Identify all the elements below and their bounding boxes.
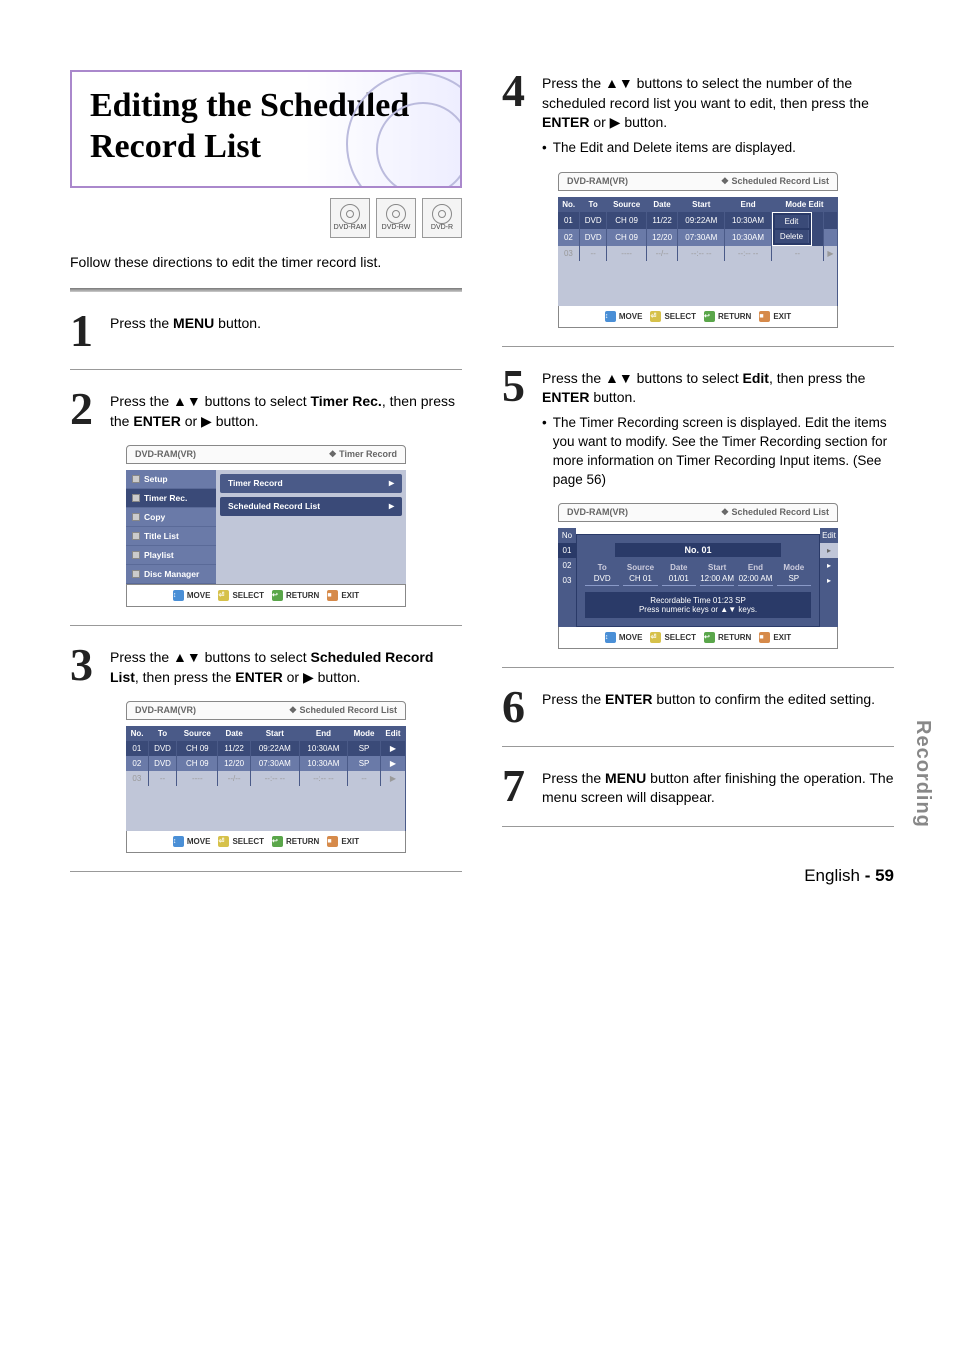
step-4: 4 Press the ▲▼ buttons to select the num… (502, 70, 894, 158)
side-tab-label: Recording (911, 720, 934, 828)
osd-timer-menu: DVD-RAM(VR)❖ Timer Record Setup Timer Re… (126, 445, 406, 607)
step-number: 5 (502, 365, 530, 490)
divider (70, 625, 462, 626)
osd-footnote: ↕MOVE ⏎SELECT ↩RETURN ■EXIT (126, 585, 406, 607)
step-number: 7 (502, 765, 530, 808)
menu-item: Timer Rec. (126, 489, 216, 508)
menu-item: Copy (126, 508, 216, 527)
divider (502, 346, 894, 347)
step-number: 4 (502, 70, 530, 158)
table-row: 02DVDCH 0912/2007:30AM10:30AMSP▶ (126, 756, 406, 771)
table-row: 01DVDCH 0911/2209:22AM10:30AMSP▶ (126, 741, 406, 756)
step-2: 2 Press the ▲▼ buttons to select Timer R… (70, 388, 462, 431)
menu-item: Setup (126, 470, 216, 489)
menu-item: Title List (126, 527, 216, 546)
table-row: 01DVDCH 0911/2209:22AM10:30AM EditDelete (558, 212, 838, 229)
table-row: 03--------/----:-- ----:-- ----▶ (126, 771, 406, 786)
step-7: 7 Press the MENU button after finishing … (502, 765, 894, 808)
divider (502, 826, 894, 827)
step-text: Press the ENTER button to confirm the ed… (542, 686, 875, 727)
osd-edit-delete: DVD-RAM(VR)❖ Scheduled Record List No.To… (558, 172, 838, 328)
divider (70, 288, 462, 292)
osd-scheduled-list: DVD-RAM(VR)❖ Scheduled Record List No.To… (126, 701, 406, 853)
disc-ram-icon: DVD-RAM (330, 198, 370, 238)
disc-r-icon: DVD-R (422, 198, 462, 238)
step-number: 3 (70, 644, 98, 687)
divider (70, 369, 462, 370)
section-title-box: Editing the Scheduled Record List (70, 70, 462, 188)
menu-item: Disc Manager (126, 565, 216, 584)
section-title: Editing the Scheduled Record List (90, 86, 442, 168)
step-number: 1 (70, 310, 98, 351)
divider (502, 667, 894, 668)
divider (70, 871, 462, 872)
step-1: 1 Press the MENU button. (70, 310, 462, 351)
step-text: Press the ▲▼ buttons to select the numbe… (542, 70, 894, 158)
disc-icons: DVD-RAM DVD-RW DVD-R (70, 198, 462, 238)
disc-rw-icon: DVD-RW (376, 198, 416, 238)
step-number: 6 (502, 686, 530, 727)
step-text: Press the MENU button. (110, 310, 261, 351)
table-row: 03--------/----:-- ----:-- ----▶ (558, 246, 838, 261)
table-row (126, 816, 406, 831)
osd-sidebar: Setup Timer Rec. Copy Title List Playlis… (126, 470, 216, 584)
table-row (126, 801, 406, 816)
osd-edit-dialog: DVD-RAM(VR)❖ Scheduled Record List No 01… (558, 503, 838, 649)
step-text: Press the MENU button after finishing th… (542, 765, 894, 808)
menu-item: Playlist (126, 546, 216, 565)
table-row (126, 786, 406, 801)
step-number: 2 (70, 388, 98, 431)
step-text: Press the ▲▼ buttons to select Scheduled… (110, 644, 462, 687)
step-text: Press the ▲▼ buttons to select Timer Rec… (110, 388, 462, 431)
step-text: Press the ▲▼ buttons to select Edit, the… (542, 365, 894, 490)
step-6: 6 Press the ENTER button to confirm the … (502, 686, 894, 727)
intro-text: Follow these directions to edit the time… (70, 254, 462, 270)
page-footer: English - 59 (804, 866, 894, 886)
step-5: 5 Press the ▲▼ buttons to select Edit, t… (502, 365, 894, 490)
step-3: 3 Press the ▲▼ buttons to select Schedul… (70, 644, 462, 687)
osd-submenu: Timer Record▸ Scheduled Record List▸ (216, 470, 406, 584)
divider (502, 746, 894, 747)
osd-header: DVD-RAM(VR)❖ Timer Record (126, 445, 406, 464)
osd-table: No.ToSourceDateStartEndModeEdit 01DVDCH … (126, 726, 406, 831)
